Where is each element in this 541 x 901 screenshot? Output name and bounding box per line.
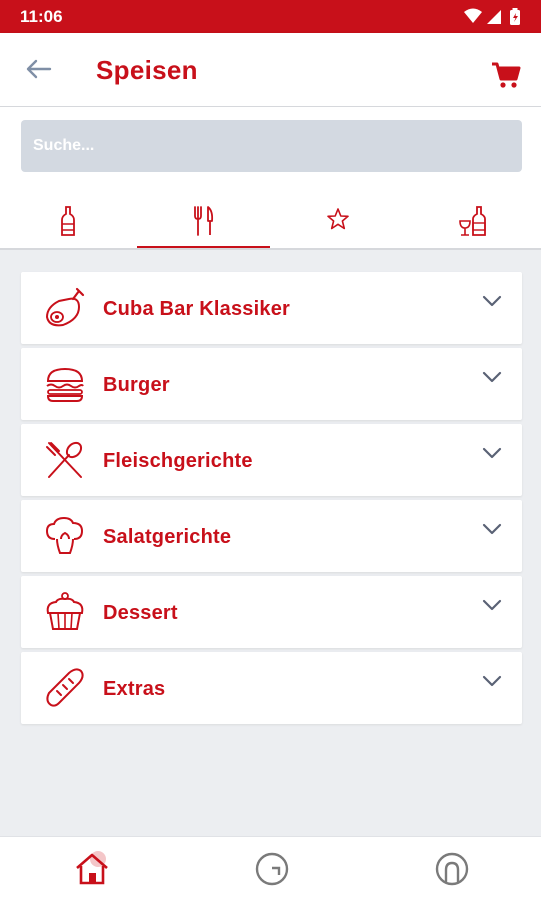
- tab-wine[interactable]: [405, 195, 540, 249]
- page-title: Speisen: [96, 55, 198, 85]
- bottle-icon: [60, 206, 75, 236]
- category-list: Cuba Bar Klassiker Burger Fleischgericht…: [21, 272, 522, 728]
- status-bar: 11:06: [0, 0, 541, 33]
- category-item-extras[interactable]: Extras: [21, 652, 522, 724]
- nav-profile[interactable]: [432, 849, 472, 889]
- battery-icon: [510, 8, 520, 25]
- wifi-icon: [464, 8, 482, 23]
- tab-favorites[interactable]: [270, 195, 405, 249]
- status-time: 11:06: [20, 7, 63, 26]
- app-bar: Speisen: [0, 33, 541, 107]
- chevron-down-icon[interactable]: [482, 370, 502, 384]
- search-input[interactable]: [21, 120, 522, 172]
- category-label: Dessert: [103, 602, 178, 624]
- category-label: Salatgerichte: [103, 526, 232, 548]
- category-item-fleischgerichte[interactable]: Fleischgerichte: [21, 424, 522, 496]
- tab-food[interactable]: [135, 195, 270, 249]
- signal-icon: [487, 10, 501, 24]
- user-icon: [435, 852, 469, 886]
- chevron-down-icon[interactable]: [482, 294, 502, 308]
- category-item-salatgerichte[interactable]: Salatgerichte: [21, 500, 522, 572]
- category-label: Burger: [103, 374, 170, 396]
- category-tabs: [0, 195, 541, 249]
- category-label: Cuba Bar Klassiker: [103, 298, 291, 320]
- category-item-cuba-bar-klassiker[interactable]: Cuba Bar Klassiker: [21, 272, 522, 344]
- broccoli-icon: [45, 516, 84, 554]
- bread-icon: [46, 668, 84, 707]
- chevron-down-icon[interactable]: [482, 674, 502, 688]
- nav-orders[interactable]: [252, 849, 292, 889]
- home-icon: [76, 851, 108, 885]
- crossed-cutlery-icon: [46, 441, 83, 478]
- star-icon: [326, 208, 349, 230]
- chevron-down-icon[interactable]: [482, 446, 502, 460]
- tab-drinks[interactable]: [0, 195, 135, 249]
- cupcake-icon: [46, 592, 84, 630]
- category-item-burger[interactable]: Burger: [21, 348, 522, 420]
- clock-icon: [255, 852, 289, 886]
- chevron-down-icon[interactable]: [482, 522, 502, 536]
- tabs-divider: [0, 248, 541, 250]
- wine-glass-bottle-icon: [458, 206, 486, 236]
- burger-icon: [46, 367, 84, 402]
- ham-leg-icon: [45, 287, 85, 327]
- search-area: [0, 107, 541, 249]
- chevron-down-icon[interactable]: [482, 598, 502, 612]
- shopping-cart-icon[interactable]: [491, 61, 521, 89]
- category-label: Fleischgerichte: [103, 450, 253, 472]
- status-icons: [464, 8, 520, 25]
- nav-home[interactable]: [72, 849, 112, 889]
- category-item-dessert[interactable]: Dessert: [21, 576, 522, 648]
- category-label: Extras: [103, 678, 166, 700]
- bottom-navigation: [0, 836, 541, 901]
- fork-knife-icon: [193, 206, 213, 236]
- arrow-left-icon[interactable]: [24, 57, 52, 81]
